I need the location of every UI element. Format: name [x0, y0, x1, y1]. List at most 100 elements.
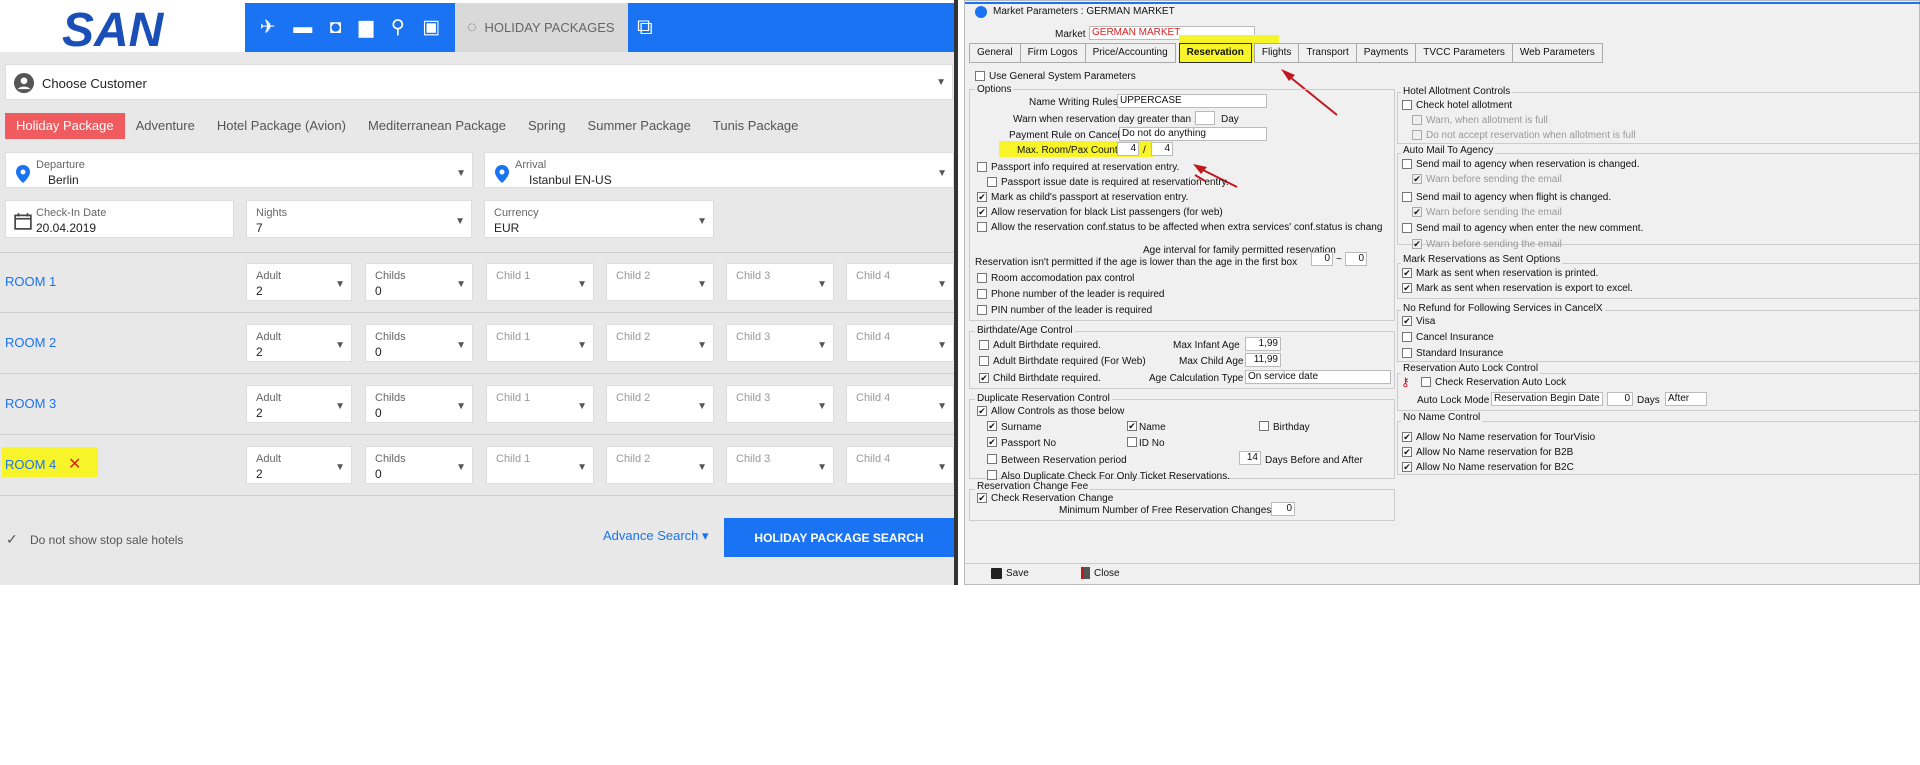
- room-1-child1-select[interactable]: Child 1 ▼: [486, 263, 594, 301]
- room-4-child4-select[interactable]: Child 4 ▼: [846, 446, 954, 484]
- room-4-child1-select[interactable]: Child 1 ▼: [486, 446, 594, 484]
- tab-spring[interactable]: Spring: [517, 113, 577, 139]
- max-pax-field[interactable]: 4: [1151, 142, 1173, 156]
- min-free-field[interactable]: 0: [1271, 502, 1295, 516]
- age-to-field[interactable]: 0: [1345, 252, 1367, 266]
- room-3-child3-select[interactable]: Child 3 ▼: [726, 385, 834, 423]
- tab-adventure[interactable]: Adventure: [125, 113, 206, 139]
- room-3-child4-select[interactable]: Child 4 ▼: [846, 385, 954, 423]
- mail-new-comment-checkbox[interactable]: [1402, 223, 1412, 233]
- black-list-checkbox[interactable]: ✔: [977, 207, 987, 217]
- room-4-adult-select[interactable]: Adult 2 ▼: [246, 446, 352, 484]
- room-1-child4-select[interactable]: Child 4 ▼: [846, 263, 954, 301]
- plane-icon[interactable]: ✈: [260, 18, 276, 37]
- calc-type-field[interactable]: On service date: [1245, 370, 1391, 384]
- car-icon[interactable]: ▆: [359, 18, 374, 37]
- name-writing-rules-field[interactable]: UPPERCASE: [1117, 94, 1267, 108]
- room-1-childs-select[interactable]: Childs 0 ▼: [365, 263, 473, 301]
- warn1-checkbox[interactable]: ✔: [1412, 174, 1422, 184]
- adult-birthdate-checkbox[interactable]: [979, 340, 989, 350]
- id-no-checkbox[interactable]: [1127, 437, 1137, 447]
- tab-mediterranean-package[interactable]: Mediterranean Package: [357, 113, 517, 139]
- bus-icon[interactable]: ▣: [422, 18, 440, 37]
- room-3-adult-select[interactable]: Adult 2 ▼: [246, 385, 352, 423]
- room-2-child3-select[interactable]: Child 3 ▼: [726, 324, 834, 362]
- allow-controls-checkbox[interactable]: ✔: [977, 406, 987, 416]
- adult-web-checkbox[interactable]: [979, 356, 989, 366]
- room-2-child1-select[interactable]: Child 1 ▼: [486, 324, 594, 362]
- checkin-date-field[interactable]: Check-In Date 20.04.2019: [5, 200, 234, 238]
- mark-excel-checkbox[interactable]: ✔: [1402, 283, 1412, 293]
- advance-search-link[interactable]: Advance Search ▾: [603, 528, 709, 544]
- mark-printed-checkbox[interactable]: ✔: [1402, 268, 1412, 278]
- standard-insurance-checkbox[interactable]: [1402, 348, 1412, 358]
- room-3-child1-select[interactable]: Child 1 ▼: [486, 385, 594, 423]
- age-from-field[interactable]: 0: [1311, 252, 1333, 266]
- person-walking-icon[interactable]: ⚲: [391, 18, 405, 37]
- departure-select[interactable]: Departure Berlin ▼: [5, 152, 473, 188]
- tourvisio-checkbox[interactable]: ✔: [1402, 432, 1412, 442]
- visa-checkbox[interactable]: ✔: [1402, 316, 1412, 326]
- check-allotment-checkbox[interactable]: [1402, 100, 1412, 110]
- more-products-tab[interactable]: ⧉: [628, 3, 958, 52]
- days-field[interactable]: 14: [1239, 451, 1261, 465]
- tab-hotel-package-avion[interactable]: Hotel Package (Avion): [206, 113, 357, 139]
- room-2-child4-select[interactable]: Child 4 ▼: [846, 324, 954, 362]
- mail-flight-changed-checkbox[interactable]: [1402, 192, 1412, 202]
- warn-full-checkbox[interactable]: [1412, 115, 1422, 125]
- close-button[interactable]: Close: [1081, 566, 1120, 580]
- max-child-field[interactable]: 11,99: [1245, 353, 1281, 367]
- lock-days-field[interactable]: 0: [1607, 392, 1633, 406]
- save-button[interactable]: Save: [991, 566, 1029, 580]
- birthday-checkbox[interactable]: [1259, 421, 1269, 431]
- b2b-checkbox[interactable]: ✔: [1402, 447, 1412, 457]
- child-passport-checkbox[interactable]: ✔: [977, 192, 987, 202]
- lock-mode-field[interactable]: Reservation Begin Date: [1491, 392, 1603, 406]
- warn-day-field[interactable]: [1195, 111, 1215, 125]
- room-4-childs-select[interactable]: Childs 0 ▼: [365, 446, 473, 484]
- room-1-adult-select[interactable]: Adult 2 ▼: [246, 263, 352, 301]
- arrival-select[interactable]: Arrival Istanbul EN-US ▼: [484, 152, 954, 188]
- check-change-checkbox[interactable]: ✔: [977, 493, 987, 503]
- phone-leader-checkbox[interactable]: [977, 289, 987, 299]
- holiday-packages-tab[interactable]: ◌ HOLIDAY PACKAGES: [455, 3, 628, 52]
- auto-lock-checkbox[interactable]: [1421, 377, 1431, 387]
- bed-icon[interactable]: ▬: [293, 18, 312, 37]
- room-4-child3-select[interactable]: Child 3 ▼: [726, 446, 834, 484]
- tab-summer-package[interactable]: Summer Package: [577, 113, 702, 139]
- between-checkbox[interactable]: [987, 454, 997, 464]
- passport-info-checkbox[interactable]: [977, 162, 987, 172]
- name-checkbox[interactable]: ✔: [1127, 421, 1137, 431]
- room-2-adult-select[interactable]: Adult 2 ▼: [246, 324, 352, 362]
- cancel-insurance-checkbox[interactable]: [1402, 332, 1412, 342]
- warn2-checkbox[interactable]: ✔: [1412, 207, 1422, 217]
- bag-icon[interactable]: ◘: [330, 18, 341, 37]
- tab-holiday-package[interactable]: Holiday Package: [5, 113, 125, 139]
- passport-no-checkbox[interactable]: ✔: [987, 437, 997, 447]
- no-accept-checkbox[interactable]: [1412, 130, 1422, 140]
- holiday-package-search-button[interactable]: HOLIDAY PACKAGE SEARCH: [724, 518, 954, 557]
- room-1-child2-select[interactable]: Child 2 ▼: [606, 263, 714, 301]
- payment-rule-field[interactable]: Do not do anything: [1119, 127, 1267, 141]
- remove-room-icon[interactable]: ✕: [68, 454, 81, 474]
- lock-after-field[interactable]: After: [1665, 392, 1707, 406]
- room-3-child2-select[interactable]: Child 2 ▼: [606, 385, 714, 423]
- room-accom-checkbox[interactable]: [977, 273, 987, 283]
- also-dup-checkbox[interactable]: [987, 470, 997, 480]
- b2c-checkbox[interactable]: ✔: [1402, 462, 1412, 472]
- conf-status-checkbox[interactable]: [977, 222, 987, 232]
- nights-select[interactable]: Nights 7 ▼: [246, 200, 472, 238]
- max-room-field[interactable]: 4: [1117, 142, 1139, 156]
- checkmark-icon[interactable]: ✓: [6, 532, 18, 546]
- passport-issue-checkbox[interactable]: [987, 177, 997, 187]
- room-3-childs-select[interactable]: Childs 0 ▼: [365, 385, 473, 423]
- room-2-childs-select[interactable]: Childs 0 ▼: [365, 324, 473, 362]
- pin-leader-checkbox[interactable]: [977, 305, 987, 315]
- warn3-checkbox[interactable]: ✔: [1412, 239, 1422, 249]
- max-infant-field[interactable]: 1,99: [1245, 337, 1281, 351]
- use-general-checkbox[interactable]: [975, 71, 985, 81]
- currency-select[interactable]: Currency EUR ▼: [484, 200, 714, 238]
- tab-tunis-package[interactable]: Tunis Package: [702, 113, 810, 139]
- room-4-child2-select[interactable]: Child 2 ▼: [606, 446, 714, 484]
- mail-res-changed-checkbox[interactable]: [1402, 159, 1412, 169]
